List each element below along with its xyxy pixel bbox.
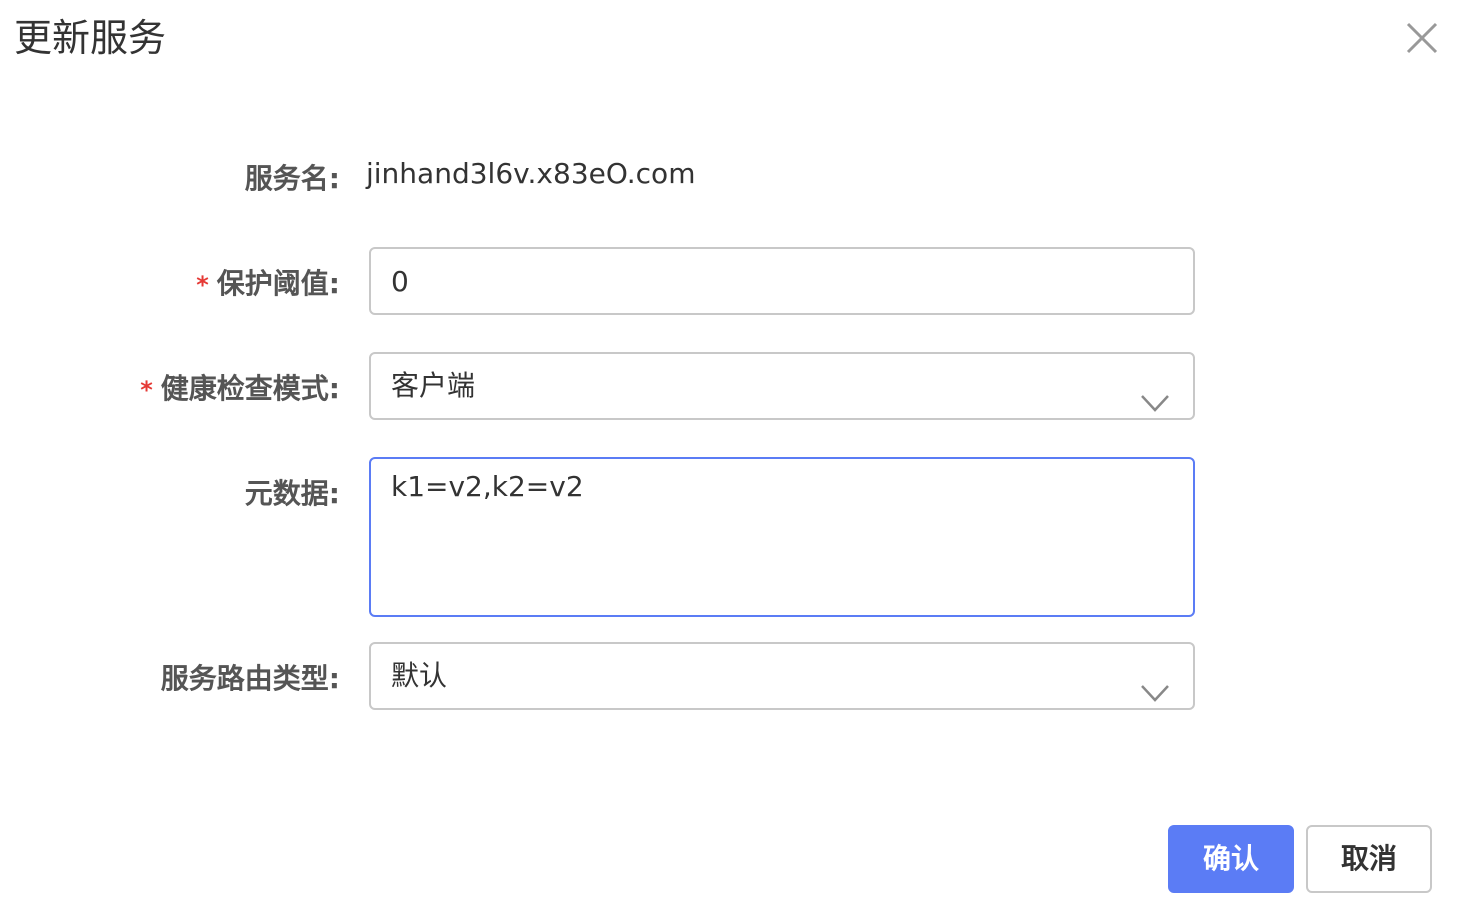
protect-threshold-label: * 保护阈值: — [196, 267, 340, 300]
update-service-dialog: 更新服务 服务名: jinhand3l6v.x83eO.com *保护阈值: *… — [0, 0, 1468, 920]
service-name-value: jinhand3l6v.x83eO.com — [366, 157, 696, 190]
chevron-down-icon — [1139, 664, 1171, 702]
chevron-down-icon — [1139, 374, 1171, 412]
route-type-label: 服务路由类型: — [160, 662, 340, 695]
metadata-textarea[interactable]: k1=v2,k2=v2 — [369, 457, 1195, 617]
required-mark: * — [140, 376, 153, 404]
metadata-label: 元数据: — [244, 477, 340, 510]
service-name-label: 服务名: — [244, 162, 340, 195]
health-check-mode-label: * 健康检查模式: — [140, 372, 340, 405]
required-mark: * — [196, 271, 209, 299]
protect-threshold-input[interactable] — [369, 247, 1195, 315]
confirm-button[interactable]: 确认 — [1168, 825, 1294, 893]
route-type-selected: 默认 — [391, 659, 448, 692]
close-icon — [1396, 14, 1446, 64]
close-button[interactable] — [1396, 14, 1446, 64]
cancel-button[interactable]: 取消 — [1306, 825, 1432, 893]
dialog-title: 更新服务 — [14, 16, 167, 60]
health-check-mode-selected: 客户端 — [391, 369, 476, 402]
route-type-select[interactable]: 默认 — [369, 642, 1195, 710]
health-check-mode-select[interactable]: 客户端 — [369, 352, 1195, 420]
